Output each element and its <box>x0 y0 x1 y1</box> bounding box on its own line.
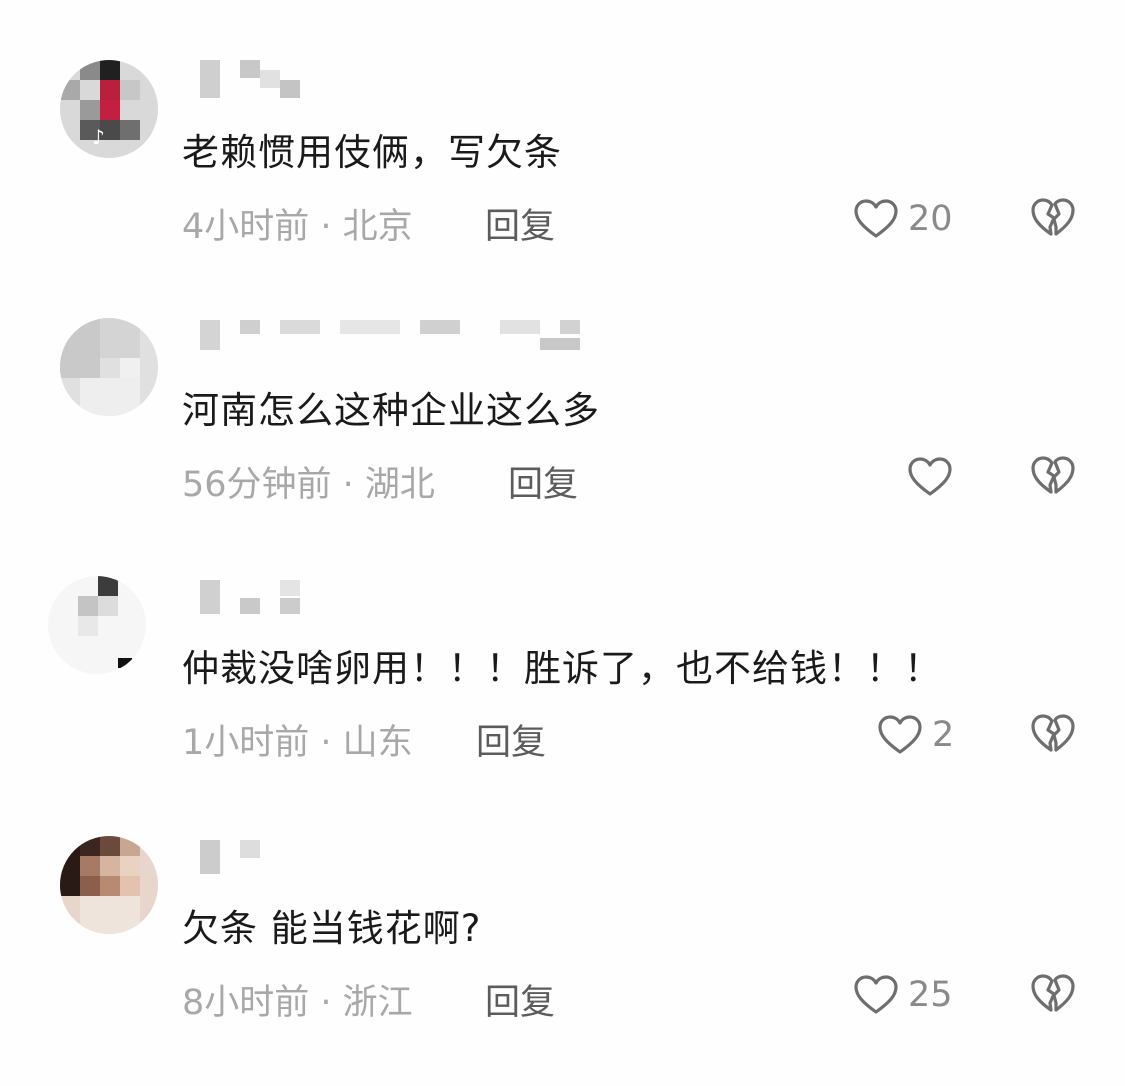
like-button[interactable]: 2 <box>876 710 954 760</box>
like-button[interactable]: 20 <box>852 194 953 244</box>
comment-text: 仲裁没啥卵用！！！胜诉了，也不给钱！！！ <box>182 647 942 690</box>
broken-heart-icon <box>1031 198 1075 236</box>
comment-text: 欠条 能当钱花啊? <box>182 907 482 950</box>
avatar[interactable] <box>48 576 146 674</box>
comment-item: ♪ 老赖惯用伎俩，写欠条 4小时前 · 北京 回复 20 <box>0 60 1125 310</box>
dislike-button[interactable] <box>1029 452 1077 500</box>
comment-meta: 1小时前 · 山东 <box>182 723 413 763</box>
reply-button[interactable]: 回复 <box>485 974 555 1025</box>
comment-item: 河南怎么这种企业这么多 56分钟前 · 湖北 回复 <box>0 318 1125 568</box>
heart-outline-icon <box>908 457 952 496</box>
heart-outline-icon <box>878 715 922 754</box>
avatar[interactable] <box>60 836 158 934</box>
heart-outline-icon <box>854 199 898 238</box>
reply-button[interactable]: 回复 <box>508 456 578 507</box>
dislike-button[interactable] <box>1029 970 1077 1018</box>
like-count: 20 <box>908 199 953 239</box>
tiktok-icon: ♪ <box>92 125 105 149</box>
username-blurred[interactable] <box>200 576 620 616</box>
comment-item: 仲裁没啥卵用！！！胜诉了，也不给钱！！！ 1小时前 · 山东 回复 2 <box>0 576 1125 826</box>
like-count: 2 <box>932 715 955 755</box>
comment-meta: 4小时前 · 北京 <box>182 207 413 247</box>
broken-heart-icon <box>1031 456 1075 494</box>
comment-meta: 8小时前 · 浙江 <box>182 983 413 1023</box>
comment-text: 河南怎么这种企业这么多 <box>182 389 600 432</box>
comment-meta: 56分钟前 · 湖北 <box>182 465 435 505</box>
comment-text: 老赖惯用伎俩，写欠条 <box>182 131 562 174</box>
like-button[interactable]: 25 <box>852 970 953 1020</box>
username-blurred[interactable] <box>200 318 620 358</box>
broken-heart-icon <box>1031 714 1075 752</box>
broken-heart-icon <box>1031 974 1075 1012</box>
dislike-button[interactable] <box>1029 194 1077 242</box>
heart-outline-icon <box>854 975 898 1014</box>
reply-button[interactable]: 回复 <box>485 198 555 249</box>
reply-button[interactable]: 回复 <box>476 714 546 765</box>
like-button[interactable] <box>906 452 962 502</box>
comment-item: 欠条 能当钱花啊? 8小时前 · 浙江 回复 25 <box>0 836 1125 1086</box>
username-blurred[interactable] <box>200 60 620 100</box>
like-count: 25 <box>908 975 953 1015</box>
avatar[interactable] <box>60 318 158 416</box>
username-blurred[interactable] <box>200 836 620 876</box>
dislike-button[interactable] <box>1029 710 1077 758</box>
